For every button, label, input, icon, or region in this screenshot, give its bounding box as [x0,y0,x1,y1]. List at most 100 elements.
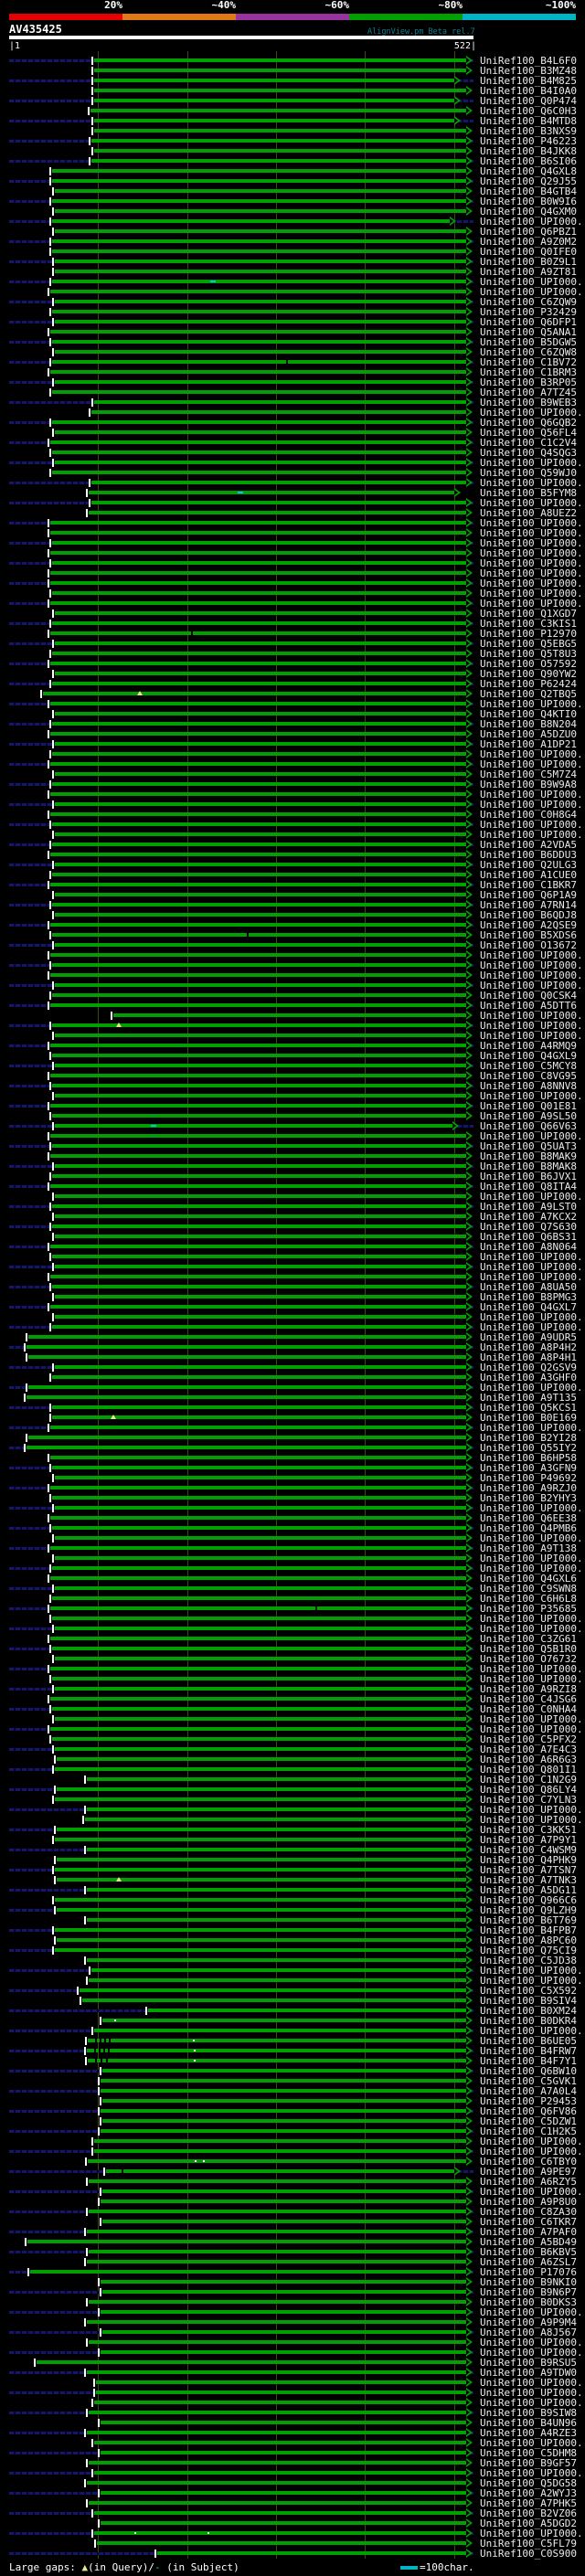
hit-bar [88,2210,466,2213]
hit-start-tick [83,2047,86,2055]
hit-end-arrow-icon [466,1935,473,1945]
hit-bar [86,2320,466,2324]
hit-bar [54,189,466,193]
hit-bar [54,1214,466,1218]
hit-end-arrow-icon [466,779,473,789]
hit-bar [86,2230,466,2233]
hit-bar [49,551,466,555]
hit-start-tick [51,1213,54,1221]
hit-start-tick [51,1162,54,1171]
hit-bar [49,883,466,886]
alignment-break-mark [108,2039,111,2042]
hit-bar [102,2099,466,2103]
hit-bar [87,2159,466,2163]
hit-start-tick [83,2369,86,2377]
hit-start-tick [83,1806,86,1814]
hit-start-tick [91,87,94,95]
hit-start-tick [98,2278,101,2286]
hit-bar [79,1988,466,1992]
hit-bar [56,1828,466,1831]
hit-start-tick [83,1886,86,1894]
hit-bar [54,1315,466,1319]
hit-bar [90,410,466,414]
hit-bar [51,1677,466,1680]
hit-start-tick [47,1695,49,1703]
hit-bar [94,69,466,72]
hit-bar [54,1928,466,1932]
hit-start-tick [85,2248,88,2256]
hit-end-arrow-icon [466,448,473,457]
hit-start-tick [47,1574,49,1583]
hit-bar [86,2481,466,2485]
hit-bar [94,129,466,133]
hit-bar [147,2009,466,2012]
hit-start-tick [79,1997,81,2005]
hit-end-arrow-icon [466,1222,473,1231]
hit-start-tick [47,529,49,537]
hit-start-tick [83,2258,86,2266]
hit-start-tick [51,1585,54,1593]
hit-bar [51,1204,466,1208]
hit-end-arrow-icon [466,1503,473,1512]
hit-bar [49,1546,466,1550]
hit-bar [51,1174,466,1178]
hit-bar [86,2049,466,2052]
hit-bar [54,1627,466,1630]
hit-bar [94,2149,466,2153]
hit-bar [101,2109,466,2113]
hit-start-tick [48,1645,51,1653]
hit-bar [49,581,466,585]
scale-label: =100char. [420,2561,474,2573]
hit-start-tick [91,2469,94,2477]
hit-end-arrow-icon [466,428,473,437]
hit-bar [54,320,466,323]
hit-start-tick [48,388,51,397]
hit-start-tick [26,1383,28,1392]
hit-end-arrow-icon [466,267,473,276]
hit-start-tick [85,2208,88,2216]
hit-end-arrow-icon [466,1614,473,1623]
hit-start-tick [51,429,54,437]
alignment-break-mark [190,631,193,635]
hit-bar [49,631,466,635]
hit-start-tick [51,740,54,748]
hit-start-tick [51,640,54,648]
hit-end-arrow-icon [466,1151,473,1161]
hit-bar [54,1034,466,1037]
hit-bar [51,752,466,756]
hit-start-tick [47,1635,49,1643]
hit-end-arrow-icon [466,2398,473,2407]
hit-end-arrow-icon [466,1021,473,1030]
hit-end-arrow-icon [466,227,473,236]
hit-start-tick [47,1424,49,1432]
gap-legend-query-text: (in Query)/ [88,2561,154,2573]
hit-bar [81,1998,466,2002]
hit-start-tick [47,288,49,296]
hit-start-tick [48,1404,51,1412]
hit-start-tick [51,610,54,618]
hit-bar [51,1054,466,1057]
hit-bar [49,812,466,816]
hit-bar [94,2531,466,2535]
hit-end-arrow-icon [466,1795,473,1804]
hit-end-arrow-icon [466,166,473,175]
hit-bar [51,1023,466,1027]
hit-bar [90,501,466,504]
hit-start-tick [47,1002,49,1010]
hit-bar [101,2129,466,2133]
hit-start-tick [98,2107,101,2115]
hit-bar [94,58,466,62]
hit-start-tick [47,851,49,859]
hit-end-arrow-icon [466,508,473,517]
hit-bar [51,993,466,997]
hit-end-arrow-icon [466,327,473,336]
hit-bar [49,571,466,575]
hit-start-tick [100,2218,102,2226]
query-gap-mark [115,1877,122,1882]
hit-start-tick [100,2117,102,2125]
hit-end-arrow-icon [466,729,473,738]
hit-bar [49,973,466,977]
hit-start-tick [48,1203,51,1211]
hit-end-arrow-icon [466,1362,473,1372]
hit-end-arrow-icon [466,1473,473,1482]
